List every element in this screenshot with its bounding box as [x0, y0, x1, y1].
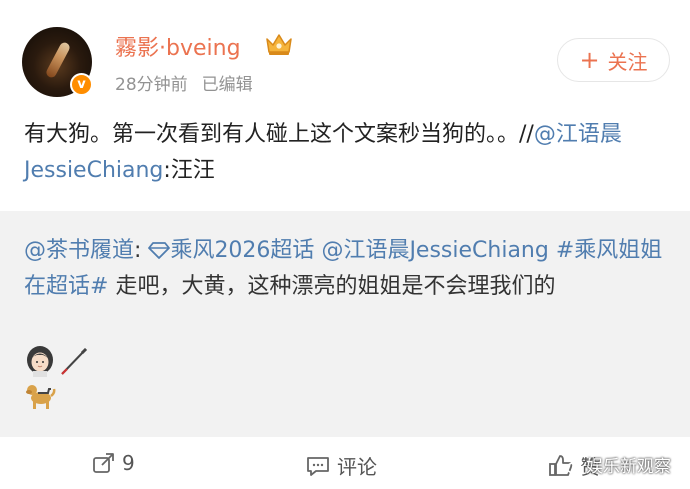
avatar[interactable]: v	[22, 27, 93, 97]
repost-text: @茶书履道: 乘风2026超话 @江语晨JessieChiang #乘风姐姐在超…	[24, 233, 674, 305]
repost-box[interactable]: @茶书履道: 乘风2026超话 @江语晨JessieChiang #乘风姐姐在超…	[0, 211, 690, 437]
repost-count: 9	[122, 451, 135, 475]
repost-body: 走吧，大黄，这种漂亮的姐姐是不会理我们的	[115, 274, 556, 299]
post-meta: 28分钟前 已编辑	[115, 70, 253, 95]
watermark: 娱乐新观察	[566, 452, 671, 477]
comment-label: 评论	[337, 455, 377, 479]
repost-button[interactable]: 9	[92, 451, 135, 475]
comment-button[interactable]: 评论	[305, 451, 377, 480]
guide-dog-icon	[26, 385, 56, 409]
username[interactable]: 霧影·bveing	[115, 30, 241, 62]
follow-label: 关注	[607, 49, 648, 74]
post-text: 有大狗。第一次看到有人碰上这个文案秒当狗的。。//@江语晨JessieChian…	[24, 117, 624, 189]
emoji-row	[24, 345, 90, 379]
avatar-light-streak	[44, 40, 72, 80]
post-time: 28分钟前	[115, 75, 188, 95]
crown-icon	[266, 34, 292, 55]
repost-author-link[interactable]: @茶书履道	[24, 238, 134, 263]
diamond-icon	[148, 242, 171, 259]
plus-icon: +	[579, 46, 600, 74]
share-icon	[93, 453, 114, 473]
verified-badge-icon: v	[70, 73, 93, 96]
repost-colon: :	[134, 238, 142, 263]
post-tail: :汪汪	[163, 158, 215, 183]
emoji-row	[24, 379, 56, 413]
weibo-logo-icon	[566, 459, 583, 474]
topic-link[interactable]: 乘风2026超话	[148, 238, 314, 263]
woman-icon	[27, 346, 53, 377]
post-body: 有大狗。第一次看到有人碰上这个文案秒当狗的。。//	[24, 122, 534, 147]
repost-mention-link[interactable]: @江语晨JessieChiang	[321, 238, 548, 263]
weibo-post: v 霧影·bveing 28分钟前 已编辑 + 关注 有大狗。第一次看到有人碰上这…	[0, 0, 690, 489]
watermark-text: 娱乐新观察	[586, 457, 671, 477]
edited-label: 已编辑	[201, 75, 253, 95]
comment-icon	[307, 456, 329, 476]
white-cane-icon	[61, 347, 88, 375]
topic-label: 乘风2026超话	[170, 238, 315, 263]
follow-button[interactable]: + 关注	[557, 38, 670, 82]
